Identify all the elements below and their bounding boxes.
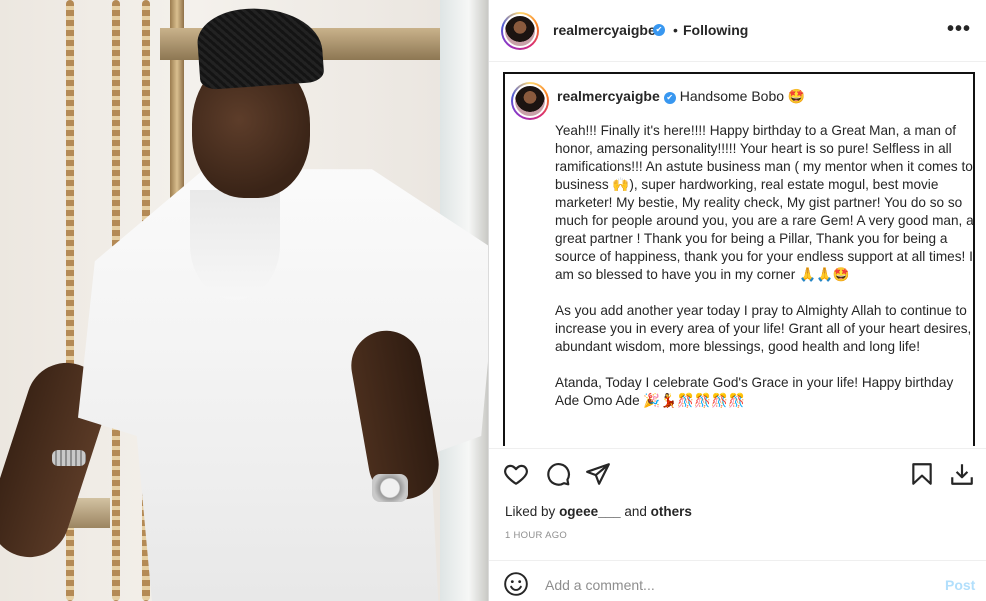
likes-summary: Liked by ogeee___ and others [505,504,692,519]
bookmark-icon[interactable] [909,461,935,487]
likes-prefix: Liked by [505,504,556,519]
caption-paragraph: Yeah!!! Finally it's here!!!! Happy birt… [555,123,974,282]
caption-username[interactable]: realmercyaigbe [557,88,660,104]
post-header: realmercyaigbe ✔ • Following ••• [489,0,986,62]
comment-input[interactable]: Add a comment... [545,577,655,593]
comment-icon[interactable] [545,461,571,487]
bracelet [52,450,86,466]
likes-and: and [624,504,647,519]
separator-dot: • [673,22,678,38]
robe-neckline [190,190,280,300]
caption-box: realmercyaigbe ✔ Handsome Bobo 🤩 Yeah!!! F… [503,72,975,446]
heart-icon[interactable] [503,461,529,487]
caption-headline: Handsome Bobo 🤩 [679,88,806,104]
black-cap [195,3,325,91]
caption-header: realmercyaigbe ✔ Handsome Bobo 🤩 [557,88,805,105]
share-icon[interactable] [585,461,611,487]
author-avatar[interactable] [501,12,539,50]
post-sidebar: realmercyaigbe ✔ • Following ••• realmer… [488,0,986,601]
action-bar [489,448,986,498]
verified-badge-icon: ✔ [663,92,676,104]
caption-paragraph: Atanda, Today I celebrate God's Grace in… [555,375,954,408]
wristwatch [372,474,408,502]
comment-bar: Add a comment... Post [489,560,986,601]
more-options-icon[interactable]: ••• [947,18,971,41]
white-agbada-robe [78,169,488,601]
author-username[interactable]: realmercyaigbe [553,22,656,38]
liked-by-user[interactable]: ogeee___ [559,504,621,519]
caption-author-avatar[interactable] [511,82,549,120]
following-button[interactable]: Following [683,22,748,38]
liked-by-others[interactable]: others [651,504,692,519]
caption-paragraph: As you add another year today I pray to … [555,303,972,354]
emoji-icon[interactable] [503,571,529,597]
verified-badge-icon: ✔ [653,24,665,36]
download-icon[interactable] [949,461,975,487]
caption-text: Yeah!!! Finally it's here!!!! Happy birt… [555,122,974,428]
post-timestamp[interactable]: 1 HOUR AGO [505,530,567,541]
post-photo[interactable] [0,0,488,601]
post-comment-button[interactable]: Post [945,577,975,593]
